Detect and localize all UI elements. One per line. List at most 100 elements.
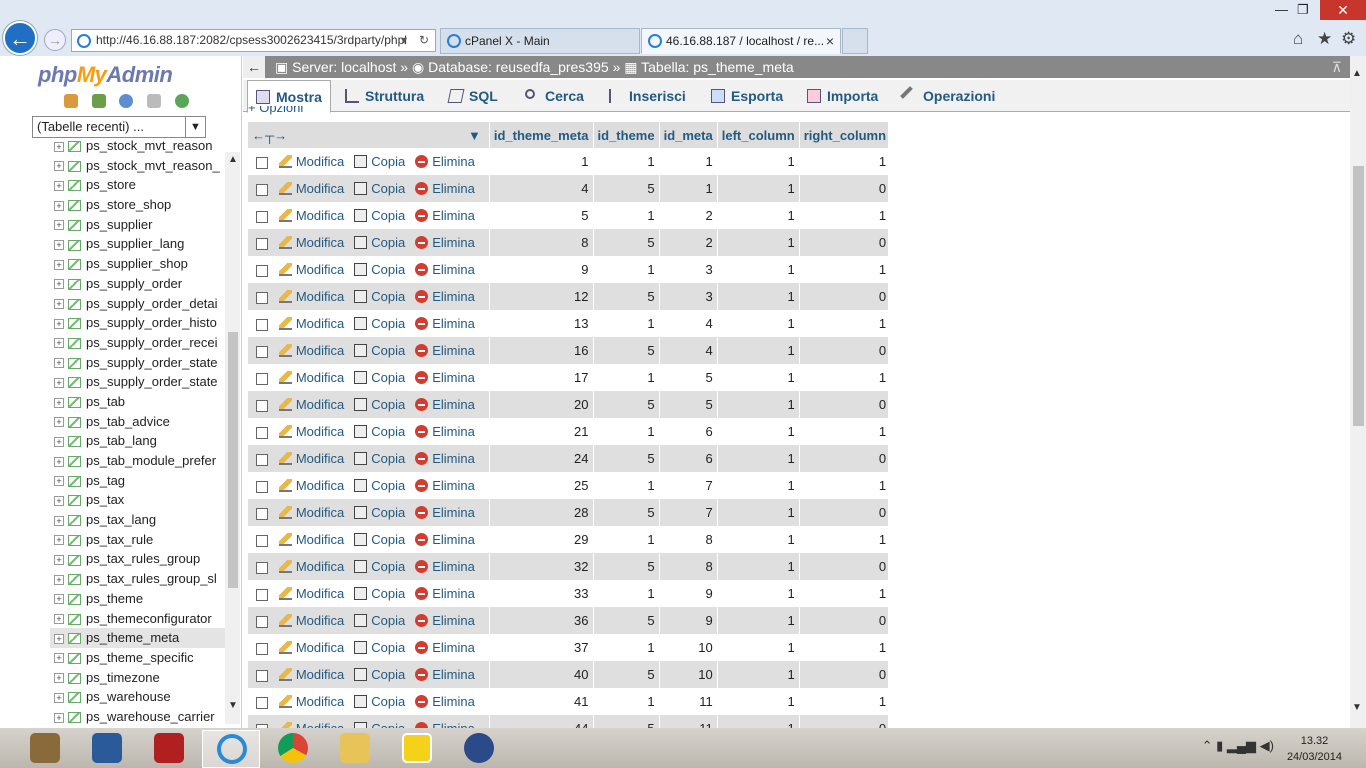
table-browse-icon[interactable] bbox=[68, 613, 81, 625]
table-cell-right-column[interactable]: 1 bbox=[799, 256, 888, 283]
sidebar-table-label[interactable]: ps_supplier bbox=[86, 217, 153, 232]
table-cell-right-column[interactable]: 1 bbox=[799, 418, 888, 445]
expand-icon[interactable]: + bbox=[54, 259, 64, 270]
table-cell-right-column[interactable]: 0 bbox=[799, 445, 888, 472]
row-checkbox[interactable] bbox=[256, 183, 268, 196]
table-cell-left-column[interactable]: 1 bbox=[717, 499, 800, 526]
sidebar-table-label[interactable]: ps_supply_order_detai bbox=[86, 296, 218, 311]
table-cell-left-column[interactable]: 1 bbox=[717, 715, 800, 728]
row-checkbox[interactable] bbox=[256, 372, 268, 385]
scroll-up-icon[interactable]: ▲ bbox=[1352, 68, 1362, 79]
scroll-up-icon[interactable]: ▲ bbox=[226, 154, 240, 165]
table-cell-left-column[interactable]: 1 bbox=[717, 607, 800, 634]
table-cell-id-meta[interactable]: 4 bbox=[659, 310, 718, 337]
taskbar-internet-explorer[interactable] bbox=[202, 730, 260, 768]
copy-link[interactable]: Copia bbox=[354, 262, 405, 277]
table-cell-id-theme-meta[interactable]: 25 bbox=[489, 472, 594, 499]
sidebar-table-item[interactable]: + ps_theme_meta bbox=[50, 628, 225, 648]
sidebar-table-label[interactable]: ps_store_shop bbox=[86, 197, 171, 212]
expand-icon[interactable]: + bbox=[54, 633, 64, 644]
table-cell-id-theme[interactable]: 1 bbox=[593, 364, 660, 391]
table-browse-icon[interactable] bbox=[68, 239, 81, 251]
copy-link[interactable]: Copia bbox=[354, 505, 405, 520]
edit-link[interactable]: Modifica bbox=[278, 451, 344, 466]
breadcrumb-table[interactable]: Tabella: ps_theme_meta bbox=[641, 59, 794, 75]
row-checkbox[interactable] bbox=[256, 237, 268, 250]
sidebar-table-label[interactable]: ps_themeconfigurator bbox=[86, 611, 212, 626]
table-cell-left-column[interactable]: 1 bbox=[717, 310, 800, 337]
edit-link[interactable]: Modifica bbox=[278, 640, 344, 655]
table-browse-icon[interactable] bbox=[68, 318, 81, 330]
row-checkbox[interactable] bbox=[256, 291, 268, 304]
row-checkbox[interactable] bbox=[256, 615, 268, 628]
table-browse-icon[interactable] bbox=[68, 456, 81, 468]
table-cell-id-theme[interactable]: 1 bbox=[593, 418, 660, 445]
table-cell-left-column[interactable]: 1 bbox=[717, 445, 800, 472]
refresh-icon[interactable]: ↻ bbox=[419, 30, 429, 51]
copy-link[interactable]: Copia bbox=[354, 721, 405, 728]
table-browse-icon[interactable] bbox=[68, 692, 81, 704]
sidebar-table-item[interactable]: + ps_tax_lang bbox=[50, 510, 225, 530]
scroll-down-icon[interactable]: ▼ bbox=[226, 700, 240, 711]
edit-link[interactable]: Modifica bbox=[278, 316, 344, 331]
tab-sql[interactable]: SQL bbox=[441, 80, 498, 112]
address-dropdown-icon[interactable]: ▾ bbox=[401, 30, 407, 51]
sidebar-table-label[interactable]: ps_theme bbox=[86, 591, 143, 606]
page-scrollbar-thumb[interactable] bbox=[1353, 166, 1364, 426]
expand-icon[interactable]: + bbox=[54, 653, 64, 664]
table-cell-id-theme-meta[interactable]: 9 bbox=[489, 256, 594, 283]
table-cell-left-column[interactable]: 1 bbox=[717, 256, 800, 283]
expand-icon[interactable]: + bbox=[54, 476, 64, 487]
edit-link[interactable]: Modifica bbox=[278, 343, 344, 358]
table-cell-id-meta[interactable]: 10 bbox=[659, 634, 718, 661]
sidebar-scrollbar-thumb[interactable] bbox=[228, 332, 238, 588]
home-icon[interactable]: ⌂ bbox=[1293, 29, 1303, 49]
expand-icon[interactable]: + bbox=[54, 240, 64, 250]
table-browse-icon[interactable] bbox=[68, 672, 81, 684]
copy-link[interactable]: Copia bbox=[354, 316, 405, 331]
delete-link[interactable]: Elimina bbox=[415, 316, 475, 331]
sidebar-table-item[interactable]: + ps_store bbox=[50, 175, 225, 195]
expand-icon[interactable]: + bbox=[54, 220, 64, 231]
sidebar-table-item[interactable]: + ps_supplier_lang bbox=[50, 234, 225, 254]
expand-icon[interactable]: + bbox=[54, 712, 64, 723]
copy-link[interactable]: Copia bbox=[354, 154, 405, 169]
copy-link[interactable]: Copia bbox=[354, 397, 405, 412]
sidebar-table-item[interactable]: + ps_theme bbox=[50, 589, 225, 609]
table-cell-id-theme-meta[interactable]: 40 bbox=[489, 661, 594, 688]
table-cell-id-theme-meta[interactable]: 44 bbox=[489, 715, 594, 728]
collapse-top-icon[interactable]: ⊼ bbox=[1332, 56, 1342, 78]
table-cell-id-theme-meta[interactable]: 36 bbox=[489, 607, 594, 634]
sidebar-table-item[interactable]: + ps_tax bbox=[50, 490, 225, 510]
sidebar-table-label[interactable]: ps_timezone bbox=[86, 670, 160, 685]
edit-link[interactable]: Modifica bbox=[278, 613, 344, 628]
sidebar-table-label[interactable]: ps_supplier_lang bbox=[86, 236, 184, 251]
expand-icon[interactable]: + bbox=[54, 417, 64, 428]
help-icon[interactable] bbox=[119, 94, 134, 108]
sidebar-table-label[interactable]: ps_tab_lang bbox=[86, 433, 157, 448]
edit-link[interactable]: Modifica bbox=[278, 586, 344, 601]
delete-link[interactable]: Elimina bbox=[415, 559, 475, 574]
expand-icon[interactable]: + bbox=[54, 456, 64, 467]
table-cell-id-meta[interactable]: 6 bbox=[659, 418, 718, 445]
table-cell-id-theme-meta[interactable]: 37 bbox=[489, 634, 594, 661]
row-checkbox[interactable] bbox=[256, 156, 268, 169]
table-cell-left-column[interactable]: 1 bbox=[717, 580, 800, 607]
column-header-right-column[interactable]: right_column bbox=[799, 122, 888, 148]
edit-link[interactable]: Modifica bbox=[278, 181, 344, 196]
sidebar-table-label[interactable]: ps_tax bbox=[86, 492, 124, 507]
back-button[interactable]: ← bbox=[3, 21, 37, 55]
expand-icon[interactable]: + bbox=[54, 279, 64, 290]
delete-link[interactable]: Elimina bbox=[415, 532, 475, 547]
taskbar-app-1[interactable] bbox=[16, 730, 74, 768]
edit-link[interactable]: Modifica bbox=[278, 154, 344, 169]
forward-button[interactable]: → bbox=[44, 29, 66, 51]
sidebar-table-item[interactable]: + ps_supply_order_detai bbox=[50, 294, 225, 314]
expand-icon[interactable]: + bbox=[54, 318, 64, 329]
column-header-left-column[interactable]: left_column bbox=[717, 122, 800, 148]
table-cell-id-meta[interactable]: 3 bbox=[659, 256, 718, 283]
delete-link[interactable]: Elimina bbox=[415, 640, 475, 655]
expand-icon[interactable]: + bbox=[54, 692, 64, 703]
table-cell-right-column[interactable]: 0 bbox=[799, 391, 888, 418]
table-cell-id-theme[interactable]: 5 bbox=[593, 553, 660, 580]
